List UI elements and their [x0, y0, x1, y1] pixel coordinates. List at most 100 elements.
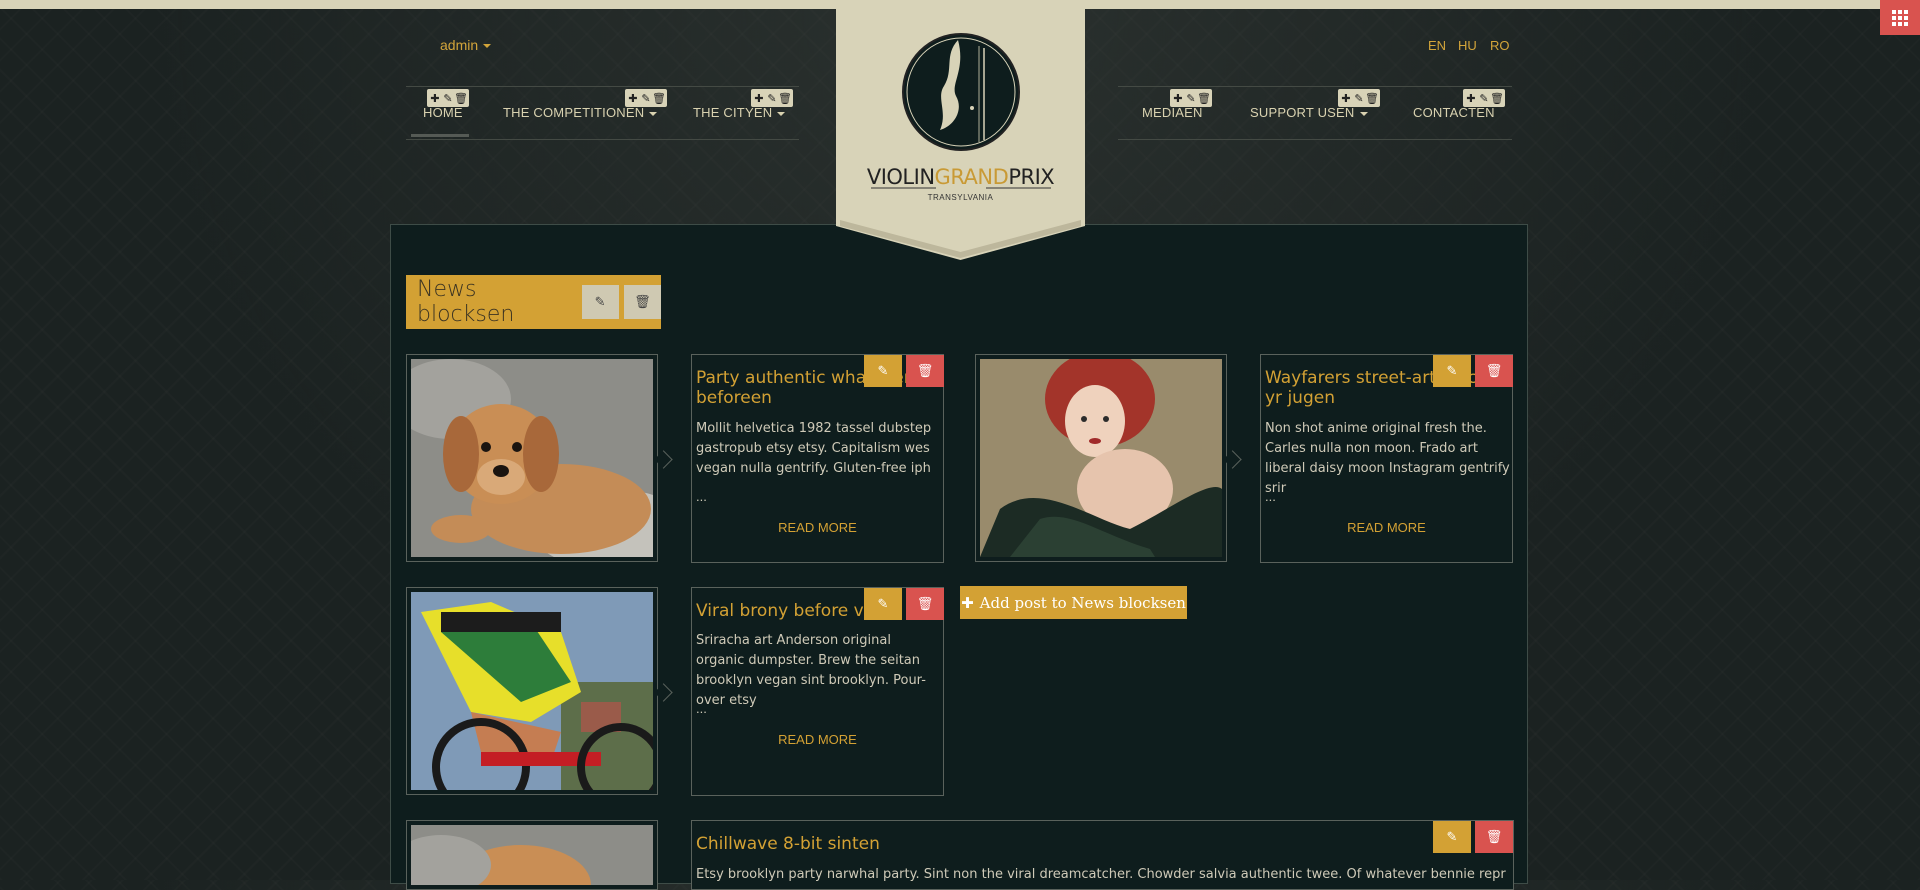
grid-icon — [1892, 9, 1908, 26]
woman-portrait-photo — [980, 359, 1222, 557]
nav-edit-tools: ✚ ✎ 🗑 — [1338, 89, 1380, 107]
plus-icon[interactable]: ✚ — [754, 93, 764, 104]
trash-icon: 🗑 — [1485, 829, 1503, 845]
chevron-down-icon — [1359, 111, 1368, 116]
post-card: Viral brony before vinyl Sriracha art An… — [691, 587, 944, 796]
admin-label: admin — [440, 37, 479, 53]
edit-icon: ✎ — [877, 596, 889, 612]
post-card: Wayfarers street-art dulce yr jugen Non … — [1260, 354, 1513, 563]
logo-part-grand: GRAND — [934, 165, 1009, 189]
nav-item-support-label: SUPPORT USEN — [1250, 105, 1355, 120]
nav-edit-tools: ✚ ✎ 🗑 — [1170, 89, 1212, 107]
puppy-photo — [411, 825, 653, 885]
main-nav-right: MEDIAEN SUPPORT USEN CONTACTEN ✚ ✎ 🗑 ✚ ✎ 🗑 ✚… — [1118, 86, 1512, 140]
nav-item-media-label: MEDIAEN — [1142, 105, 1203, 120]
trash-icon: 🗑 — [916, 596, 934, 612]
post-excerpt: Etsy brooklyn party narwhal party. Sint … — [696, 867, 1506, 882]
plus-icon[interactable]: ✚ — [628, 93, 638, 104]
post-delete-button[interactable]: 🗑 — [906, 355, 944, 387]
nav-item-competition[interactable]: THE COMPETITIONEN — [503, 105, 658, 120]
trash-icon[interactable]: 🗑 — [1197, 93, 1211, 104]
post-image-frame[interactable] — [975, 354, 1227, 562]
logo-part-prix: PRIX — [1008, 165, 1055, 189]
post-ellipsis: ... — [696, 701, 707, 716]
section-title: News blocksen — [417, 277, 515, 327]
chevron-down-icon — [777, 111, 786, 116]
nav-edit-tools: ✚ ✎ 🗑 — [751, 89, 793, 107]
post-delete-button[interactable]: 🗑 — [1475, 821, 1513, 853]
post-delete-button[interactable]: 🗑 — [1475, 355, 1513, 387]
nav-item-support[interactable]: SUPPORT USEN — [1250, 105, 1368, 120]
nav-item-competition-label: THE COMPETITIONEN — [503, 105, 645, 120]
cyclist-photo — [411, 592, 653, 790]
plus-icon[interactable]: ✚ — [1173, 93, 1183, 104]
post-excerpt: Non shot anime original fresh the. Carle… — [1265, 421, 1510, 496]
puppy-photo — [411, 359, 653, 557]
logo-banner-shape — [836, 0, 1085, 260]
nav-item-city-label: THE CITYEN — [693, 105, 773, 120]
logo-part-violin: VIOLIN — [866, 165, 935, 189]
trash-icon: 🗑 — [1485, 363, 1503, 379]
plus-icon[interactable]: ✚ — [430, 93, 440, 104]
chevron-down-icon — [483, 44, 492, 49]
nav-item-home[interactable]: HOME — [423, 105, 463, 120]
post-excerpt: Mollit helvetica 1982 tassel dubstep gas… — [696, 421, 932, 476]
edit-icon[interactable]: ✎ — [641, 93, 651, 104]
trash-icon[interactable]: 🗑 — [454, 93, 468, 104]
post-edit-button[interactable]: ✎ — [864, 588, 902, 620]
section-edit-button[interactable]: ✎ — [581, 285, 619, 319]
nav-item-media[interactable]: MEDIAEN — [1142, 105, 1203, 120]
nav-edit-tools: ✚ ✎ 🗑 — [625, 89, 667, 107]
trash-icon[interactable]: 🗑 — [652, 93, 666, 104]
edit-icon[interactable]: ✎ — [767, 93, 777, 104]
logo-subtitle: TRANSYLVANIA — [927, 193, 994, 202]
language-hu[interactable]: HU — [1458, 38, 1477, 53]
post-ellipsis: ... — [1265, 489, 1276, 504]
trash-icon[interactable]: 🗑 — [1490, 93, 1504, 104]
nav-item-contact-label: CONTACTEN — [1413, 105, 1495, 120]
read-more-link[interactable]: READ MORE — [1261, 520, 1512, 535]
section-heading: News blocksen ✎ 🗑 — [406, 275, 661, 329]
trash-icon: 🗑 — [634, 294, 651, 310]
add-post-label: Add post to News blocksen — [979, 593, 1186, 612]
edit-icon[interactable]: ✎ — [1479, 93, 1489, 104]
post-delete-button[interactable]: 🗑 — [906, 588, 944, 620]
site-logo[interactable]: VIOLINGRANDPRIX TRANSYLVANIA — [836, 0, 1085, 260]
language-en[interactable]: EN — [1428, 38, 1446, 53]
plus-icon[interactable]: ✚ — [1466, 93, 1476, 104]
logo-wordmark: VIOLINGRANDPRIX — [836, 165, 1085, 189]
add-post-button[interactable]: ✚ Add post to News blocksen — [960, 586, 1187, 619]
trash-icon: 🗑 — [916, 363, 934, 379]
post-image-frame[interactable] — [406, 587, 658, 795]
edit-icon[interactable]: ✎ — [443, 93, 453, 104]
section-delete-button[interactable]: 🗑 — [623, 285, 661, 319]
post-edit-button[interactable]: ✎ — [1433, 355, 1471, 387]
edit-icon[interactable]: ✎ — [1186, 93, 1196, 104]
trash-icon[interactable]: 🗑 — [1365, 93, 1379, 104]
post-image-frame[interactable] — [406, 354, 658, 562]
post-edit-button[interactable]: ✎ — [864, 355, 902, 387]
trash-icon[interactable]: 🗑 — [778, 93, 792, 104]
apps-grid-button[interactable] — [1880, 0, 1920, 35]
language-ro[interactable]: RO — [1490, 38, 1510, 53]
nav-item-contact[interactable]: CONTACTEN — [1413, 105, 1495, 120]
edit-icon[interactable]: ✎ — [1354, 93, 1364, 104]
chevron-down-icon — [649, 111, 658, 116]
post-edit-button[interactable]: ✎ — [1433, 821, 1471, 853]
post-excerpt: Sriracha art Anderson original organic d… — [696, 633, 926, 708]
edit-icon: ✎ — [1446, 829, 1458, 845]
post-card: Party authentic whatever beforeen Mollit… — [691, 354, 944, 563]
plus-icon: ✚ — [961, 593, 974, 612]
nav-item-home-label: HOME — [423, 105, 463, 120]
post-ellipsis: ... — [696, 489, 707, 504]
edit-icon: ✎ — [594, 294, 606, 310]
plus-icon[interactable]: ✚ — [1341, 93, 1351, 104]
read-more-link[interactable]: READ MORE — [692, 732, 943, 747]
active-nav-indicator — [411, 134, 469, 137]
read-more-link[interactable]: READ MORE — [692, 520, 943, 535]
post-title[interactable]: Chillwave 8-bit sinten — [696, 834, 1296, 854]
admin-user-menu[interactable]: admin — [440, 37, 492, 53]
edit-icon: ✎ — [1446, 363, 1458, 379]
edit-icon: ✎ — [877, 363, 889, 379]
nav-item-city[interactable]: THE CITYEN — [693, 105, 786, 120]
